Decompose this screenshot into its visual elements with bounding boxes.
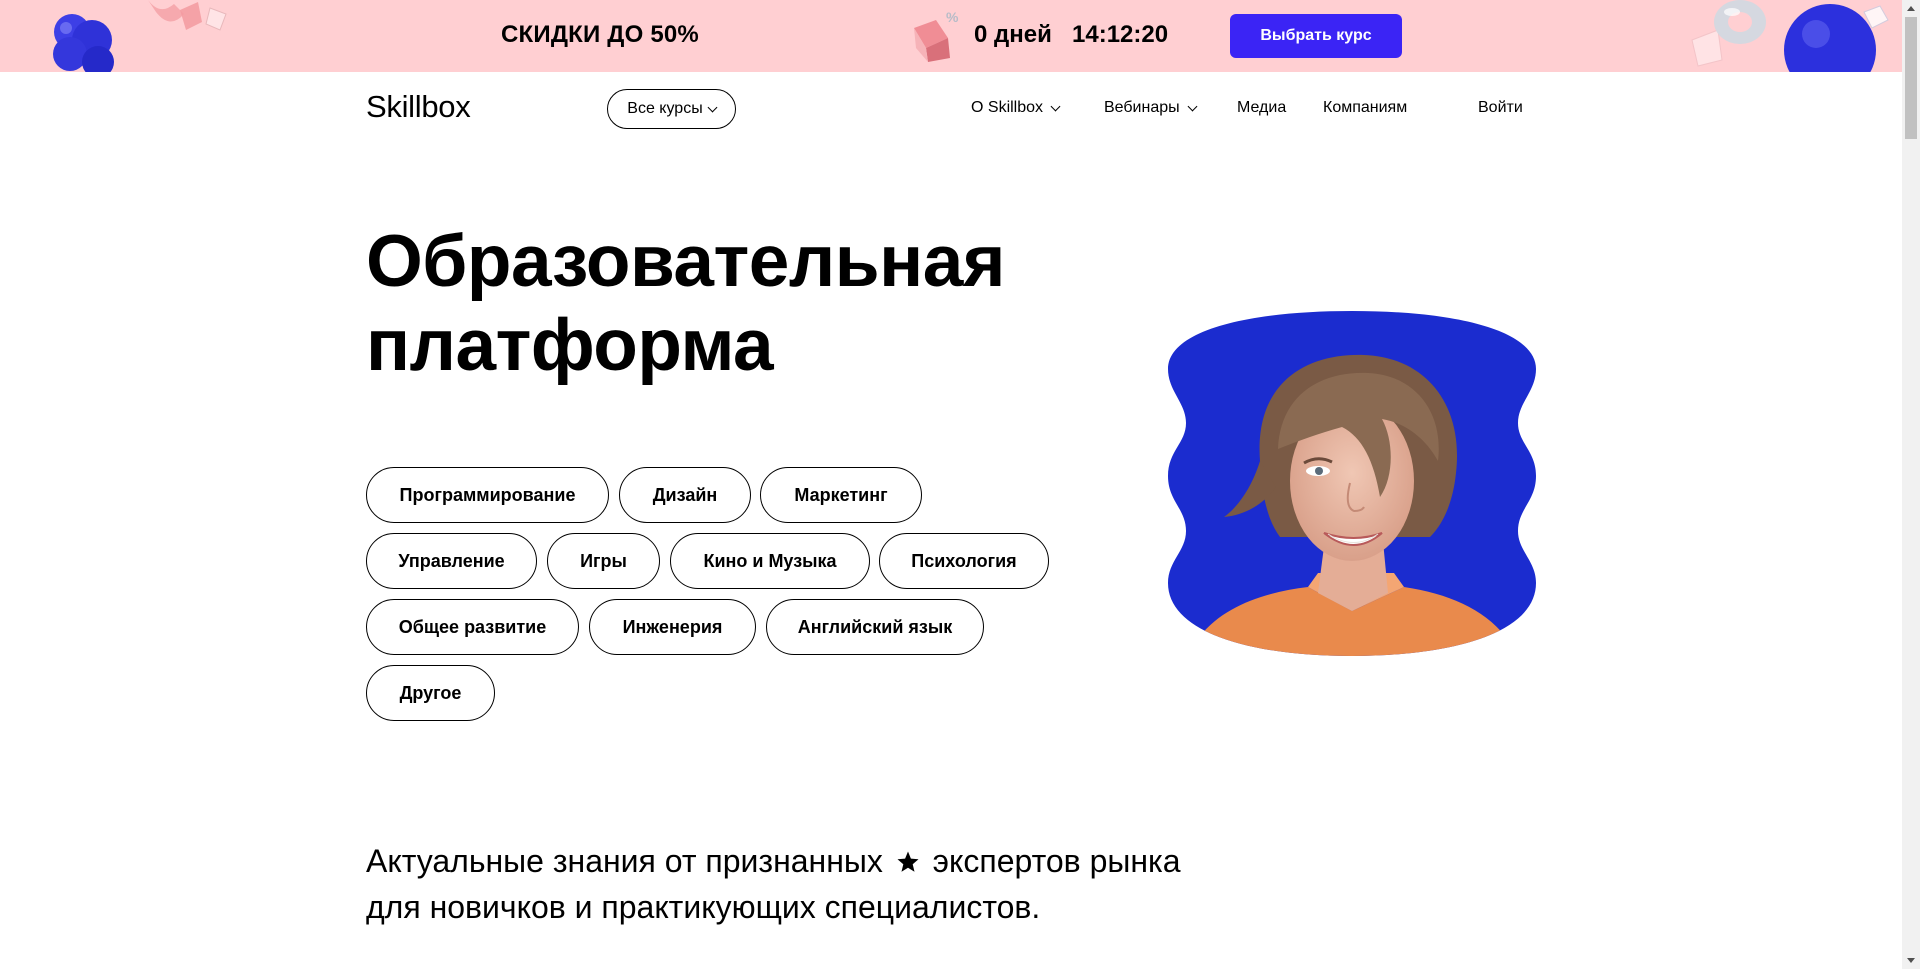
nav-media[interactable]: Медиа [1237,99,1286,117]
scrollbar-thumb[interactable] [1905,17,1917,139]
category-psychology[interactable]: Психология [879,533,1049,589]
subtitle-text-after-star: экспертов рынка [932,843,1181,879]
blue-blob-decoration [53,14,114,72]
countdown-timer: 14:12:20 [1072,21,1169,48]
category-other[interactable]: Другое [366,665,495,721]
hero-subtitle-line-1: Актуальные знания от признанных эксперто… [366,838,1181,884]
hero-subtitle: Актуальные знания от признанных эксперто… [366,838,1181,930]
all-courses-label: Все курсы [627,100,703,117]
page-title-line-2: платформа [366,305,774,386]
promo-banner[interactable]: СКИДКИ ДО 50% % 0 дней 14:12:20 Выбрать … [0,0,1902,72]
page-title: Образовательная платформа [366,220,1005,388]
chevron-down-icon [1187,101,1198,111]
category-management[interactable]: Управление [366,533,537,589]
login-label: Войти [1478,99,1523,116]
promo-text: СКИДКИ ДО 50% [501,21,699,48]
all-courses-button[interactable]: Все курсы [607,89,736,129]
subtitle-text-before-star: Актуальные знания от признанных [366,843,883,879]
nav-media-label: Медиа [1237,99,1287,116]
nav-companies[interactable]: Компаниям [1323,99,1407,117]
nav-webinars-label: Вебинары [1104,99,1180,116]
svg-text:%: % [946,9,959,25]
site-header: Skillbox Все курсы О Skillbox Вебинары М… [0,72,1902,146]
category-general-development[interactable]: Общее развитие [366,599,579,655]
chevron-down-icon [707,102,718,112]
scroll-down-arrow-icon[interactable] [1902,952,1920,969]
nav-about[interactable]: О Skillbox [971,99,1061,117]
category-marketing[interactable]: Маркетинг [760,467,922,523]
login-link[interactable]: Войти [1478,99,1523,117]
category-engineering[interactable]: Инженерия [589,599,756,655]
gift-box-icon: % [914,9,959,62]
category-design[interactable]: Дизайн [619,467,751,523]
category-english[interactable]: Английский язык [766,599,984,655]
hero-subtitle-line-2: для новичков и практикующих специалистов… [366,889,1041,925]
nav-webinars[interactable]: Вебинары [1104,99,1198,117]
blue-sphere-decoration [1784,4,1889,72]
page-scrollbar[interactable] [1902,0,1920,969]
chevron-down-icon [1050,101,1061,111]
pink-ribbon-decoration [148,0,227,31]
hero-portrait-image [1168,311,1536,656]
nav-about-label: О Skillbox [971,99,1044,116]
page: СКИДКИ ДО 50% % 0 дней 14:12:20 Выбрать … [0,0,1920,969]
star-icon [897,851,919,872]
silver-ring-decoration [1691,0,1766,67]
nav-companies-label: Компаниям [1323,99,1408,116]
skillbox-logo[interactable]: Skillbox [366,89,471,125]
choose-course-button[interactable]: Выбрать курс [1230,14,1402,58]
category-games[interactable]: Игры [547,533,660,589]
category-film-music[interactable]: Кино и Музыка [670,533,870,589]
page-title-line-1: Образовательная [366,221,1005,302]
category-programming[interactable]: Программирование [366,467,609,523]
countdown-days: 0 дней [974,21,1052,48]
scroll-up-arrow-icon[interactable] [1902,0,1920,17]
